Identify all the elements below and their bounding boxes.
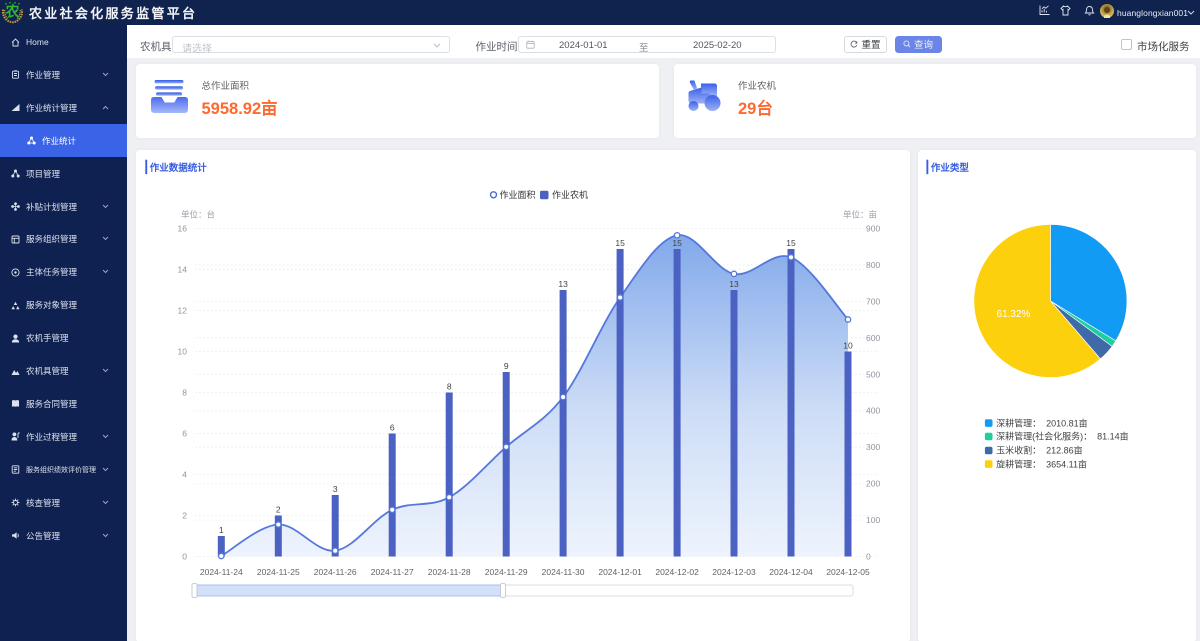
svg-text:400: 400	[866, 405, 880, 415]
svg-text:作业类型: 作业类型	[930, 162, 969, 174]
svg-text:1: 1	[219, 525, 224, 535]
svg-text:10: 10	[178, 346, 188, 356]
svg-text:6: 6	[182, 428, 187, 438]
svg-text:13: 13	[558, 279, 568, 289]
svg-text:作业农机: 作业农机	[552, 189, 588, 200]
svg-text:15: 15	[786, 238, 796, 248]
svg-text:2024-11-27: 2024-11-27	[371, 567, 414, 577]
svg-text:200: 200	[866, 478, 880, 488]
svg-text:2: 2	[182, 510, 187, 520]
svg-text:2024-11-25: 2024-11-25	[257, 567, 300, 577]
svg-text:农: 农	[5, 4, 21, 20]
svg-text:10: 10	[843, 340, 853, 350]
svg-text:2024-12-04: 2024-12-04	[769, 567, 813, 577]
svg-text:900: 900	[866, 223, 880, 233]
svg-text:单位：台: 单位：台	[181, 209, 215, 219]
svg-text:作业数据统计: 作业数据统计	[150, 162, 208, 174]
svg-text:6: 6	[390, 422, 395, 432]
svg-text:100: 100	[866, 515, 880, 525]
svg-text:2024-11-28: 2024-11-28	[428, 567, 471, 577]
svg-text:0: 0	[182, 551, 187, 561]
svg-text:600: 600	[866, 332, 880, 342]
svg-text:深耕管理(社会化服务)：81.14亩: 深耕管理(社会化服务)：81.14亩	[996, 430, 1129, 441]
svg-text:2024-11-29: 2024-11-29	[485, 567, 528, 577]
svg-text:单位：亩: 单位：亩	[843, 209, 877, 219]
svg-text:2024-12-03: 2024-12-03	[712, 567, 756, 577]
svg-text:2024-12-05: 2024-12-05	[826, 567, 870, 577]
svg-text:8: 8	[182, 387, 187, 397]
svg-text:2024-12-02: 2024-12-02	[655, 567, 699, 577]
svg-text:12: 12	[178, 305, 188, 315]
svg-text:15: 15	[672, 238, 682, 248]
svg-text:61.32%: 61.32%	[996, 309, 1030, 320]
svg-text:15: 15	[615, 238, 625, 248]
svg-text:深耕管理：2010.81亩: 深耕管理：2010.81亩	[996, 417, 1088, 428]
svg-text:2024-12-01: 2024-12-01	[598, 567, 642, 577]
svg-text:玉米收割：212.86亩: 玉米收割：212.86亩	[996, 444, 1083, 455]
svg-text:500: 500	[866, 369, 880, 379]
svg-text:旋耕管理：3654.11亩: 旋耕管理：3654.11亩	[996, 458, 1087, 469]
svg-text:700: 700	[866, 296, 880, 306]
svg-text:8: 8	[447, 381, 452, 391]
svg-text:13: 13	[729, 279, 739, 289]
svg-text:3: 3	[333, 484, 338, 494]
svg-text:300: 300	[866, 442, 880, 452]
svg-text:2024-11-26: 2024-11-26	[314, 567, 357, 577]
svg-text:2: 2	[276, 504, 281, 514]
svg-text:0: 0	[866, 551, 871, 561]
svg-text:2024-11-24: 2024-11-24	[200, 567, 243, 577]
svg-text:9: 9	[504, 361, 509, 371]
svg-text:4: 4	[182, 469, 187, 479]
svg-text:800: 800	[866, 259, 880, 269]
svg-text:作业面积: 作业面积	[500, 189, 536, 200]
svg-text:14: 14	[178, 264, 188, 274]
svg-text:2024-11-30: 2024-11-30	[542, 567, 585, 577]
svg-text:16: 16	[178, 223, 188, 233]
